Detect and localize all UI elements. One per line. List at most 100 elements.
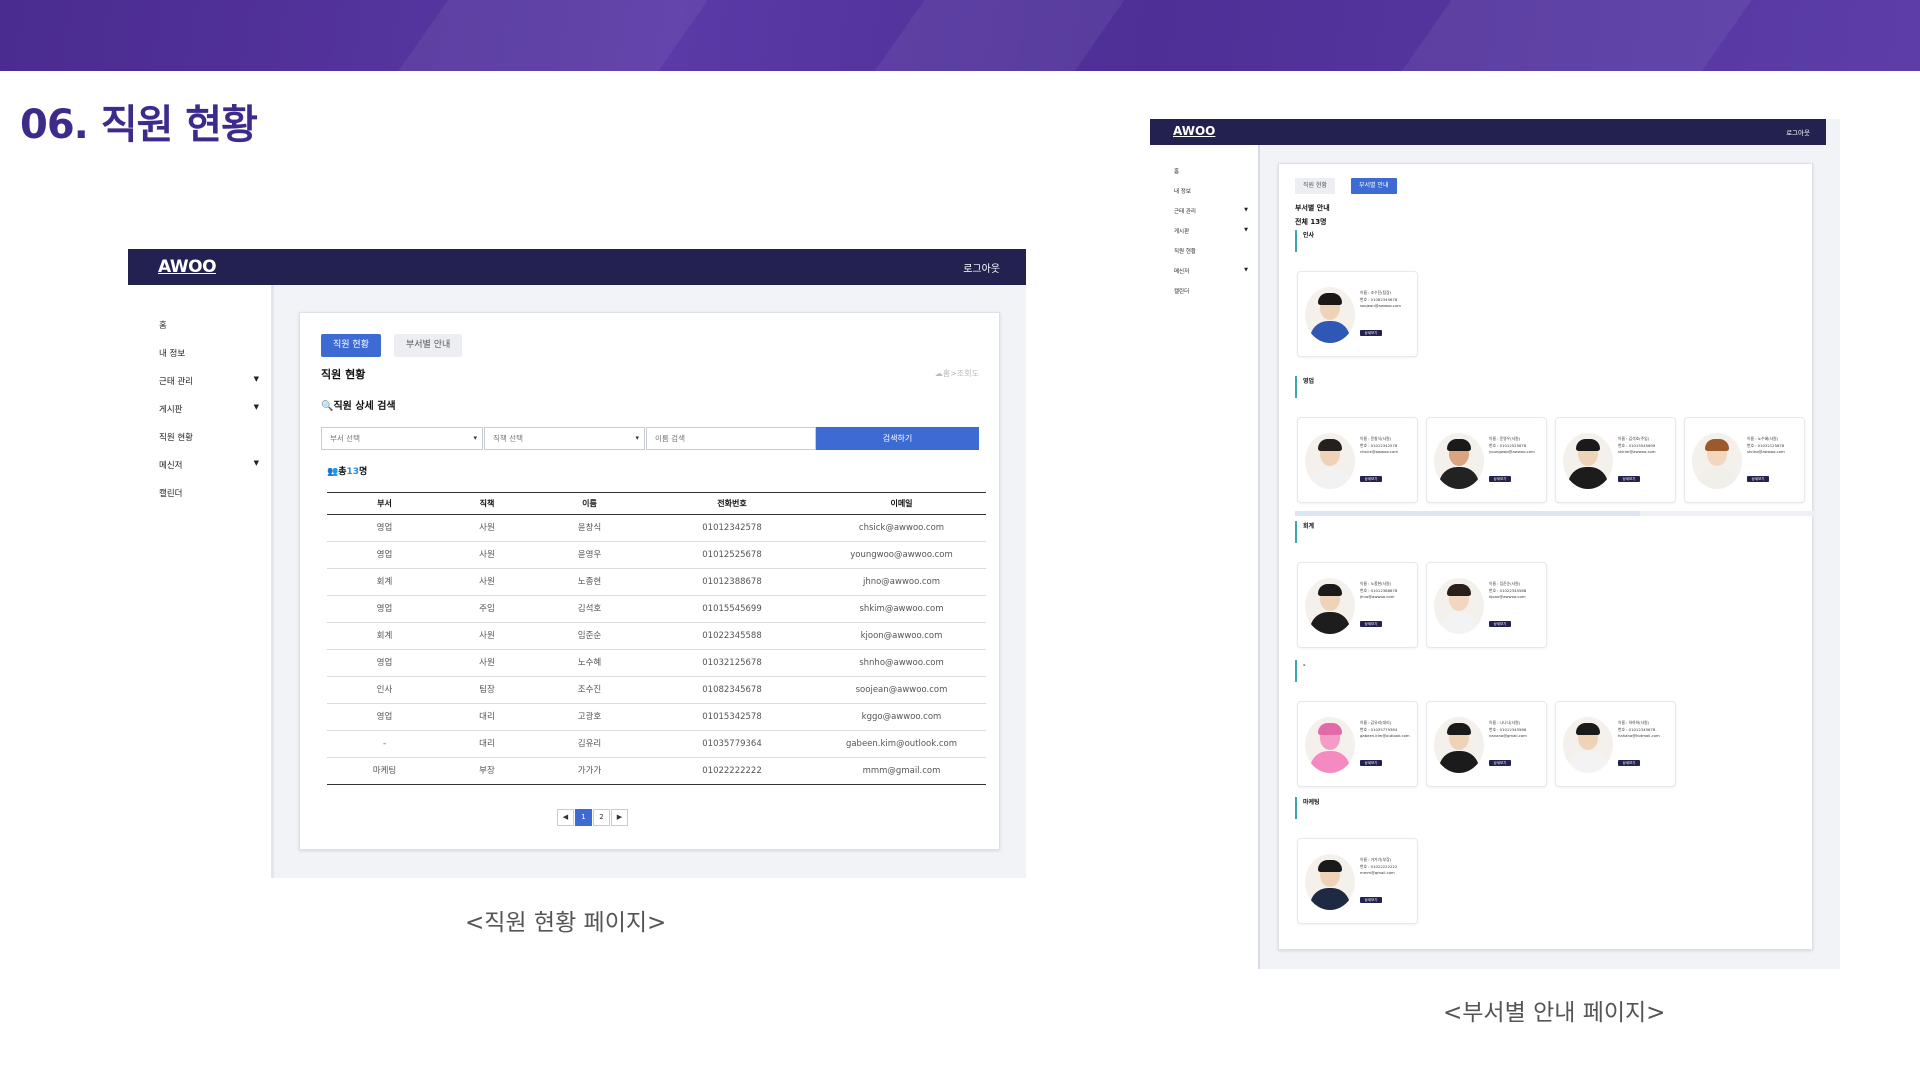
avatar [1305, 854, 1355, 910]
column-header: 이름 [582, 499, 597, 508]
column-header: 이메일 [890, 499, 913, 508]
table-row[interactable]: 영업 사원 윤영우 01012525678 youngwoo@awwoo.com [327, 542, 986, 569]
detail-button[interactable]: 상세보기 [1360, 330, 1382, 336]
search-section-title: 🔍직원 상세 검색 [321, 401, 396, 412]
employee-card[interactable]: 이름 : 조수진(팀장) 번호 : 01082345678 soojean@awwo… [1297, 271, 1418, 357]
department-heading: 회계 [1295, 521, 1314, 543]
next-page-button[interactable]: ▶ [611, 809, 628, 826]
employee-card[interactable]: 이름 : 가가가(부장) 번호 : 01022222222 mmm@gmail.co… [1297, 838, 1418, 924]
department-guide-card: 직원 현황 부서별 안내 부서별 안내 전체 13명 인사 이름 : 조수진(팀장… [1278, 163, 1815, 950]
detail-button[interactable]: 상세보기 [1360, 760, 1382, 766]
awoo-logo[interactable]: AWOO [1173, 124, 1215, 138]
scrollbar-thumb[interactable] [1295, 511, 1640, 516]
employee-card[interactable]: 이름 : 임준순(사원) 번호 : 01022345588 kjoon@awwoo.… [1426, 562, 1547, 648]
top-navbar: AWOO 로그아웃 [1150, 119, 1826, 145]
employee-card[interactable]: 이름 : 노수혜(사원) 번호 : 01032125678 shnho@awwoo.… [1684, 417, 1805, 503]
sidebar-item-calendar[interactable]: 캘린더 [1174, 287, 1248, 295]
logout-link[interactable]: 로그아웃 [963, 260, 1000, 275]
avatar [1434, 433, 1484, 489]
banner-decoration [377, 0, 723, 71]
tab-department-guide[interactable]: 부서별 안내 [394, 334, 463, 357]
employee-card[interactable]: 이름 : 김유리(대리) 번호 : 01035779364 gabeen.kim@o… [1297, 701, 1418, 787]
horizontal-scrollbar[interactable] [1295, 511, 1815, 516]
avatar-body [1310, 751, 1350, 773]
sidebar-item-messenger[interactable]: 메신저 ▼ [1174, 267, 1248, 275]
table-row[interactable]: 인사 팀장 조수진 01082345678 soojean@awwoo.com [327, 677, 986, 704]
table-row[interactable]: 회계 사원 노종현 01012388678 jhno@awwoo.com [327, 569, 986, 596]
sidebar-item-attendance[interactable]: 근태 관리 ▼ [159, 375, 259, 387]
page-1-button[interactable]: 1 [575, 809, 592, 826]
employee-card[interactable]: 이름 : 나나나(사원) 번호 : 01012345566 nanana@gmail… [1426, 701, 1547, 787]
employee-card[interactable]: 이름 : 노종현(사원) 번호 : 01012388678 jhno@awwoo.c… [1297, 562, 1418, 648]
employee-card[interactable]: 이름 : 윤창식(사원) 번호 : 01012342578 chsick@awwoo… [1297, 417, 1418, 503]
page-2-button[interactable]: 2 [593, 809, 610, 826]
detail-button[interactable]: 상세보기 [1360, 897, 1382, 903]
detail-button[interactable]: 상세보기 [1747, 476, 1769, 482]
awoo-logo[interactable]: AWOO [158, 257, 217, 277]
column-header: 전화번호 [717, 499, 747, 508]
position-select[interactable]: 직책 선택 ▾ [484, 427, 645, 450]
detail-button[interactable]: 상세보기 [1489, 476, 1511, 482]
employee-email: soojean@awwoo.com [1360, 303, 1401, 308]
table-row[interactable]: 영업 사원 노수혜 01032125678 shnho@awwoo.com [327, 650, 986, 677]
sidebar-item-attendance[interactable]: 근태 관리 ▼ [1174, 207, 1248, 215]
tab-employee-status[interactable]: 직원 현황 [321, 334, 381, 357]
table-row[interactable]: 영업 사원 윤창식 01012342578 chsick@awwoo.com [327, 515, 986, 542]
tab-department-guide[interactable]: 부서별 안내 [1351, 178, 1397, 194]
sidebar-item-board[interactable]: 게시판 ▼ [159, 403, 259, 415]
sidebar-item-home[interactable]: 홈 [159, 319, 259, 331]
page-title: 직원 현황 [321, 368, 366, 381]
department-heading: 마케팅 [1295, 797, 1320, 819]
sidebar-item-my-info[interactable]: 내 정보 [1174, 187, 1248, 195]
employee-card[interactable]: 이름 : 윤영우(사원) 번호 : 01012525678 youngwoo@aww… [1426, 417, 1547, 503]
detail-button[interactable]: 상세보기 [1618, 760, 1640, 766]
detail-button[interactable]: 상세보기 [1489, 760, 1511, 766]
employee-email: shkim@awwoo.com [1618, 449, 1656, 454]
avatar-hair [1576, 723, 1600, 735]
tab-employee-status[interactable]: 직원 현황 [1295, 178, 1335, 194]
department-select[interactable]: 부서 선택 ▾ [321, 427, 483, 450]
banner-decoration [854, 0, 1146, 71]
avatar-body [1697, 467, 1737, 489]
employee-status-screenshot: AWOO 로그아웃 홈 내 정보 근태 관리 ▼ 게시판 ▼ 직원 현황 메신저 ▼ … [128, 249, 1026, 878]
avatar-hair [1447, 439, 1471, 451]
table-row[interactable]: - 대리 김유리 01035779364 gabeen.kim@outlook.com [327, 731, 986, 758]
sidebar-item-my-info[interactable]: 내 정보 [159, 347, 259, 359]
table-row[interactable]: 마케팅 부장 가가가 01022222222 mmm@gmail.com [327, 758, 986, 785]
avatar [1305, 433, 1355, 489]
employee-card[interactable]: 이름 : 김석호(주임) 번호 : 01015545699 shkim@awwoo.… [1555, 417, 1676, 503]
department-heading: - [1295, 660, 1306, 682]
sidebar-item-employees[interactable]: 직원 현황 [159, 431, 259, 443]
sidebar-item-employees[interactable]: 직원 현황 [1174, 247, 1248, 255]
sidebar-item-board[interactable]: 게시판 ▼ [1174, 227, 1248, 235]
prev-page-button[interactable]: ◀ [557, 809, 574, 826]
sidebar-item-home[interactable]: 홈 [1174, 167, 1248, 175]
detail-button[interactable]: 상세보기 [1360, 621, 1382, 627]
table-row[interactable]: 회계 사원 임준순 01022345588 kjoon@awwoo.com [327, 623, 986, 650]
logout-link[interactable]: 로그아웃 [1786, 127, 1810, 137]
department-heading: 영업 [1295, 376, 1314, 398]
avatar-hair [1705, 439, 1729, 451]
avatar [1305, 287, 1355, 343]
table-row[interactable]: 영업 대리 고광호 01015342578 kggo@awwoo.com [327, 704, 986, 731]
name-search-input[interactable]: 이름 검색 [646, 427, 816, 450]
avatar-hair [1447, 584, 1471, 596]
sidebar-item-messenger[interactable]: 메신저 ▼ [159, 459, 259, 471]
caption-employee-status: <직원 현황 페이지> [465, 910, 667, 936]
detail-button[interactable]: 상세보기 [1618, 476, 1640, 482]
slide-title: 06. 직원 현황 [20, 102, 258, 148]
detail-button[interactable]: 상세보기 [1360, 476, 1382, 482]
avatar-hair [1318, 439, 1342, 451]
employee-email: jhno@awwoo.com [1360, 594, 1395, 599]
search-button[interactable]: 검색하기 [816, 427, 979, 450]
column-header: 직책 [479, 499, 495, 508]
employee-card[interactable]: 이름 : 하하하(사원) 번호 : 01012345678 hahaha@hotma… [1555, 701, 1676, 787]
sidebar-item-calendar[interactable]: 캘린더 [159, 487, 259, 499]
avatar [1434, 717, 1484, 773]
employee-email: gabeen.kim@outlook.com [1360, 733, 1410, 738]
top-navbar: AWOO 로그아웃 [128, 249, 1026, 285]
table-row[interactable]: 영업 주임 김석호 01015545699 shkim@awwoo.com [327, 596, 986, 623]
employee-info: 이름 : 김석호(주임) 번호 : 01015545699 shkim@awwoo.… [1618, 436, 1674, 456]
department-guide-screenshot: AWOO 로그아웃 홈 내 정보 근태 관리 ▼ 게시판 ▼ 직원 현황 메신저 ▼ … [1150, 119, 1840, 969]
detail-button[interactable]: 상세보기 [1489, 621, 1511, 627]
